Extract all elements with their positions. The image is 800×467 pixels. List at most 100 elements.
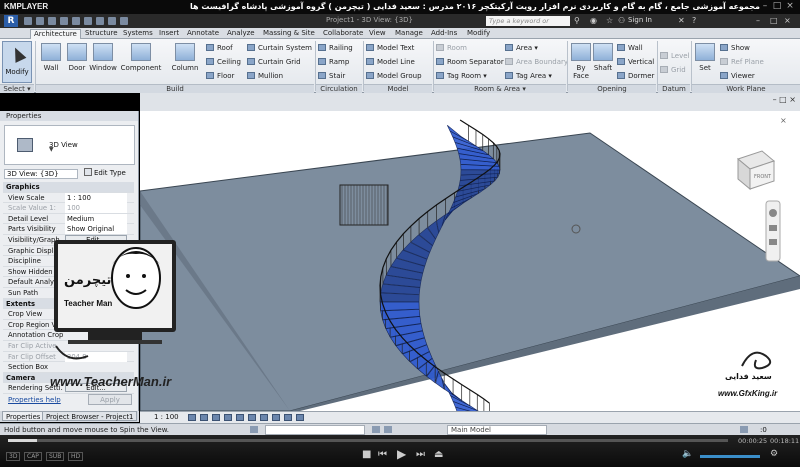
save-icon[interactable] <box>36 17 44 25</box>
subtitle-button[interactable]: SUB <box>46 452 65 461</box>
tab-annotate[interactable]: Annotate <box>184 29 222 39</box>
hd-button[interactable]: HD <box>68 452 84 461</box>
temporary-hide-icon[interactable] <box>284 414 292 421</box>
text-icon[interactable] <box>96 17 104 25</box>
tab-add-ins[interactable]: Add-Ins <box>428 29 460 39</box>
editable-only-icon[interactable] <box>372 426 380 433</box>
previous-icon[interactable]: ⏮ <box>378 449 387 460</box>
active-workset-select[interactable] <box>265 425 365 435</box>
3d-viewport[interactable]: FRONT × <box>140 111 800 411</box>
model-line-button[interactable]: Model Line <box>366 57 415 67</box>
close-icon[interactable]: × <box>784 16 791 25</box>
maximize-icon[interactable]: □ <box>772 1 782 12</box>
shaft-button[interactable]: Shaft <box>592 41 614 72</box>
redo-icon[interactable] <box>60 17 68 25</box>
select-panel-label[interactable]: Select ▾ <box>0 84 34 93</box>
tab-modify[interactable]: Modify <box>464 29 493 39</box>
3d-model-canvas[interactable]: FRONT × <box>140 111 800 411</box>
view-window-controls[interactable]: – □ × <box>773 95 796 104</box>
roof-button[interactable]: Roof <box>206 43 233 53</box>
curtain-system-button[interactable]: Curtain System <box>247 43 312 53</box>
open-icon[interactable] <box>24 17 32 25</box>
area-boundary-button[interactable]: Area Boundary <box>505 57 568 67</box>
help-icon[interactable]: ? <box>692 16 696 25</box>
wall-opening-button[interactable]: Wall <box>617 43 643 53</box>
show-button[interactable]: Show <box>720 43 750 53</box>
grid-button[interactable]: Grid <box>660 65 686 75</box>
minimize-icon[interactable]: – <box>760 1 770 12</box>
level-button[interactable]: Level <box>660 51 689 61</box>
property-value[interactable]: 1 : 100 <box>65 192 127 203</box>
viewport-close-icon[interactable]: × <box>780 116 787 125</box>
subscription-icon[interactable]: ◉ <box>590 16 597 25</box>
3d-view-icon[interactable] <box>108 17 116 25</box>
ceiling-button[interactable]: Ceiling <box>206 57 241 67</box>
model-group-button[interactable]: Model Group <box>366 71 422 81</box>
area-button[interactable]: Area ▾ <box>505 43 538 53</box>
user-icon[interactable]: ⚇ <box>618 16 625 25</box>
show-crop-icon[interactable] <box>260 414 268 421</box>
door-button[interactable]: Door <box>64 41 90 72</box>
worksets-icon[interactable] <box>250 426 258 433</box>
wall-button[interactable]: Wall <box>38 41 64 72</box>
component-button[interactable]: Component <box>120 41 162 72</box>
maximize-icon[interactable]: □ <box>770 16 778 25</box>
tab-architecture[interactable]: Architecture <box>30 29 81 39</box>
apply-button[interactable]: Apply <box>88 394 132 405</box>
volume-slider[interactable] <box>700 455 760 458</box>
crop-view-icon[interactable] <box>248 414 256 421</box>
close-icon[interactable]: × <box>785 1 795 12</box>
design-options-icon[interactable] <box>384 426 392 433</box>
tab-project-browser[interactable]: Project Browser - Project1 <box>42 411 138 421</box>
measure-icon[interactable] <box>84 17 92 25</box>
tab-properties[interactable]: Properties <box>2 411 45 421</box>
mullion-button[interactable]: Mullion <box>247 71 283 81</box>
play-icon[interactable]: ▶ <box>397 447 406 461</box>
tab-view[interactable]: View <box>366 29 389 39</box>
settings-icon[interactable]: ⚙ <box>770 449 778 459</box>
tab-collaborate[interactable]: Collaborate <box>320 29 366 39</box>
next-icon[interactable]: ⏭ <box>416 449 425 460</box>
visual-style-icon[interactable] <box>200 414 208 421</box>
railing-button[interactable]: Railing <box>318 43 353 53</box>
minimize-icon[interactable]: – <box>756 16 760 25</box>
tab-structure[interactable]: Structure <box>82 29 121 39</box>
stair-button[interactable]: Stair <box>318 71 345 81</box>
ramp-button[interactable]: Ramp <box>318 57 349 67</box>
by-face-button[interactable]: By Face <box>568 41 594 80</box>
sun-path-icon[interactable] <box>212 414 220 421</box>
undo-icon[interactable] <box>48 17 56 25</box>
stop-icon[interactable]: ■ <box>362 449 371 460</box>
view-scale[interactable]: 1 : 100 <box>154 413 179 421</box>
type-selector[interactable]: 3D View ▼ <box>4 125 135 165</box>
window-button[interactable]: Window <box>88 41 118 72</box>
tab-systems[interactable]: Systems <box>120 29 156 39</box>
set-button[interactable]: Set <box>694 41 716 72</box>
lock-view-icon[interactable] <box>272 414 280 421</box>
viewer-button[interactable]: Viewer <box>720 71 755 81</box>
property-value[interactable]: Show Original <box>65 224 127 235</box>
seek-bar[interactable] <box>8 439 728 442</box>
property-value[interactable]: 100 <box>65 203 127 214</box>
detail-level-icon[interactable] <box>188 414 196 421</box>
tab-insert[interactable]: Insert <box>156 29 182 39</box>
tab-massing-site[interactable]: Massing & Site <box>260 29 318 39</box>
sign-in-button[interactable]: Sign In <box>628 16 652 24</box>
property-category[interactable]: Graphics <box>3 182 134 193</box>
tab-analyze[interactable]: Analyze <box>224 29 258 39</box>
viewcube[interactable]: FRONT <box>736 150 776 191</box>
tag-room-button[interactable]: Tag Room ▾ <box>436 71 487 81</box>
design-option-select[interactable]: Main Model <box>447 425 547 435</box>
search-input[interactable]: Type a keyword or phrase <box>486 16 570 35</box>
property-value[interactable]: Medium <box>65 213 127 224</box>
reveal-hidden-icon[interactable] <box>296 414 304 421</box>
3d-button[interactable]: 3D <box>6 452 21 461</box>
shadows-icon[interactable] <box>224 414 232 421</box>
open-file-icon[interactable]: ⏏ <box>434 449 443 460</box>
edit-type-button[interactable]: Edit Type <box>84 168 126 177</box>
room-area-panel-label[interactable]: Room & Area ▾ <box>434 84 566 93</box>
ref-plane-button[interactable]: Ref Plane <box>720 57 764 67</box>
modify-button[interactable]: Modify <box>2 41 32 83</box>
exchange-icon[interactable]: ✕ <box>678 16 685 25</box>
room-button[interactable]: Room <box>436 43 467 53</box>
